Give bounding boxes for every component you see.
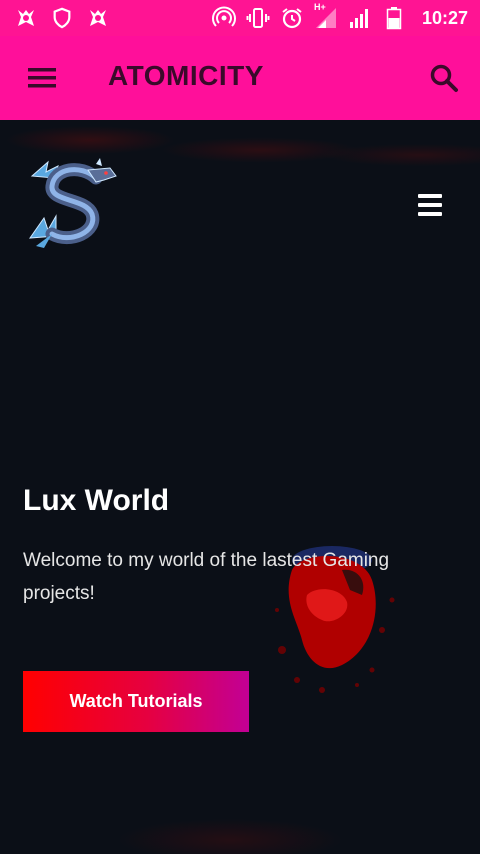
app-bar: ATOMICITY (0, 36, 480, 120)
vibrate-icon (246, 6, 270, 30)
hero-title: Lux World (23, 484, 170, 517)
vpn-app-icon (86, 6, 110, 30)
battery-icon (382, 6, 406, 30)
bars-icon[interactable] (418, 194, 442, 216)
vpn-app-icon (14, 6, 38, 30)
app-title: ATOMICITY (108, 60, 264, 91)
alarm-icon (280, 6, 304, 30)
hero-section: Lux World Welcome to my world of the las… (0, 120, 480, 854)
signal-icon (348, 6, 372, 30)
hamburger-icon[interactable] (26, 64, 58, 92)
watch-tutorials-button[interactable]: Watch Tutorials (23, 671, 249, 732)
search-icon[interactable] (426, 60, 462, 96)
dragon-logo[interactable] (26, 158, 120, 254)
shield-icon (50, 6, 74, 30)
status-bar: H+ 10:27 (0, 0, 480, 36)
hero-description: Welcome to my world of the lastest Gamin… (23, 550, 390, 604)
signal-icon: H+ (314, 2, 338, 30)
network-type: H+ (313, 2, 326, 12)
clock: 10:27 (421, 7, 468, 28)
hotspot-icon (211, 6, 236, 30)
